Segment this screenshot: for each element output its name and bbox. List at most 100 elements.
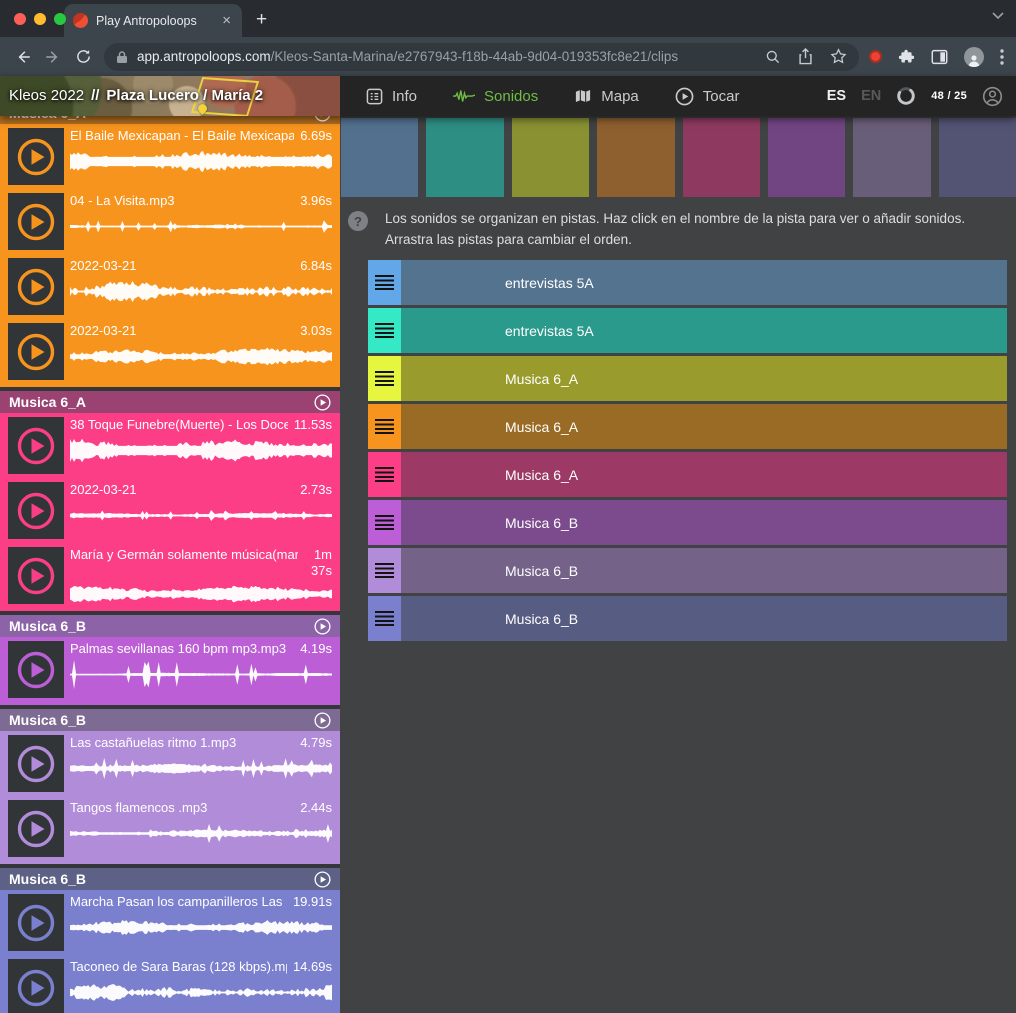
track-drag-handle[interactable]	[368, 452, 401, 497]
help-question-icon: ?	[348, 211, 368, 231]
track-name-button[interactable]: entrevistas 5A	[401, 260, 1007, 305]
clip-item[interactable]: 2022-03-213.03s	[0, 319, 340, 384]
track-drag-handle[interactable]	[368, 596, 401, 641]
clip-play-button[interactable]	[8, 323, 64, 380]
back-button[interactable]	[8, 48, 38, 66]
nav-item-tocar[interactable]: Tocar	[675, 87, 740, 106]
tab-close-icon[interactable]: ×	[220, 13, 233, 28]
play-all-icon[interactable]	[314, 871, 331, 888]
track-name-button[interactable]: entrevistas 5A	[401, 308, 1007, 353]
clip-duration: 2.44s	[294, 800, 332, 816]
drag-handle-icon	[375, 611, 394, 626]
track-section-header[interactable]: Musica 6_A	[0, 391, 340, 413]
clip-duration: 2.73s	[294, 482, 332, 498]
clip-play-button[interactable]	[8, 193, 64, 250]
track-section-title: Musica 6_B	[9, 712, 86, 728]
address-bar[interactable]: app.antropoloops.com/Kleos-Santa-Marina/…	[104, 43, 859, 71]
project-aerial-photo[interactable]: Kleos 2022//Plaza Lucero / María 2	[0, 76, 340, 116]
clip-title: Tangos flamencos .mp3	[70, 800, 207, 816]
track-name-button[interactable]: Musica 6_A	[401, 404, 1007, 449]
tab-search-chevron-icon[interactable]	[992, 12, 1004, 20]
reload-button[interactable]	[68, 48, 98, 65]
clip-play-button[interactable]	[8, 547, 64, 604]
track-row[interactable]: Musica 6_B	[368, 596, 1007, 641]
track-name-button[interactable]: Musica 6_A	[401, 452, 1007, 497]
track-row[interactable]: Musica 6_B	[368, 500, 1007, 545]
clip-play-button[interactable]	[8, 482, 64, 539]
nav-item-info[interactable]: Info	[366, 88, 417, 105]
clip-body: 04 - La Visita.mp33.96s	[64, 193, 332, 254]
track-name-button[interactable]: Musica 6_B	[401, 548, 1007, 593]
track-section-header[interactable]: Musica 6_A	[0, 116, 340, 124]
nav-item-mapa[interactable]: Mapa	[574, 88, 639, 105]
track-name-button[interactable]: Musica 6_B	[401, 596, 1007, 641]
clip-item[interactable]: Tangos flamencos .mp3 2.44s	[0, 796, 340, 861]
recording-extension-icon[interactable]	[869, 50, 882, 63]
side-panel-icon[interactable]	[931, 49, 948, 65]
clip-play-button[interactable]	[8, 735, 64, 792]
favicon	[73, 13, 88, 28]
extensions-puzzle-icon[interactable]	[898, 48, 915, 65]
track-drag-handle[interactable]	[368, 308, 401, 353]
lang-es-button[interactable]: ES	[827, 88, 846, 104]
clip-play-button[interactable]	[8, 641, 64, 698]
play-all-icon[interactable]	[314, 618, 331, 635]
track-section-title: Musica 6_B	[9, 871, 86, 887]
track-name: Musica 6_B	[505, 611, 578, 627]
clip-play-button[interactable]	[8, 959, 64, 1013]
zoom-window-button[interactable]	[54, 13, 66, 25]
browser-menu-icon[interactable]	[1000, 49, 1004, 65]
forward-button[interactable]	[38, 48, 68, 66]
track-row[interactable]: entrevistas 5A	[368, 308, 1007, 353]
clip-item[interactable]: 2022-03-216.84s	[0, 254, 340, 319]
swatch-row	[341, 118, 1016, 197]
play-all-icon[interactable]	[314, 712, 331, 729]
track-drag-handle[interactable]	[368, 260, 401, 305]
clip-play-button[interactable]	[8, 894, 64, 951]
clip-item[interactable]: 2022-03-212.73s	[0, 478, 340, 543]
play-all-icon[interactable]	[314, 394, 331, 411]
track-color-swatch	[426, 118, 503, 197]
clip-item[interactable]: María y Germán solamente música(maría 2.…	[0, 543, 340, 608]
clip-item[interactable]: 04 - La Visita.mp33.96s	[0, 189, 340, 254]
bookmark-star-icon[interactable]	[830, 48, 847, 65]
track-drag-handle[interactable]	[368, 404, 401, 449]
track-section-header[interactable]: Musica 6_B	[0, 709, 340, 731]
clip-item[interactable]: Palmas sevillanas 160 bpm mp3.mp34.19s	[0, 637, 340, 702]
track-section-header[interactable]: Musica 6_B	[0, 615, 340, 637]
clip-item[interactable]: 38 Toque Funebre(Muerte) - Los Doce Par.…	[0, 413, 340, 478]
track-row[interactable]: entrevistas 5A	[368, 260, 1007, 305]
close-window-button[interactable]	[14, 13, 26, 25]
clip-item[interactable]: El Baile Mexicapan - El Baile Mexicapan.…	[0, 124, 340, 189]
new-tab-button[interactable]: +	[256, 10, 267, 29]
track-row[interactable]: Musica 6_A	[368, 404, 1007, 449]
clip-item[interactable]: Las castañuelas ritmo 1.mp34.79s	[0, 731, 340, 796]
clip-play-button[interactable]	[8, 800, 64, 857]
clip-item[interactable]: Taconeo de Sara Baras (128 kbps).mp314.6…	[0, 955, 340, 1013]
clip-waveform	[70, 210, 332, 243]
track-row[interactable]: Musica 6_B	[368, 548, 1007, 593]
clip-play-button[interactable]	[8, 258, 64, 315]
track-name-button[interactable]: Musica 6_A	[401, 356, 1007, 401]
track-row[interactable]: Musica 6_A	[368, 452, 1007, 497]
track-drag-handle[interactable]	[368, 500, 401, 545]
track-drag-handle[interactable]	[368, 548, 401, 593]
track-section-header[interactable]: Musica 6_B	[0, 868, 340, 890]
profile-avatar[interactable]	[964, 47, 984, 67]
browser-tab[interactable]: Play Antropoloops ×	[64, 4, 242, 37]
share-icon[interactable]	[798, 48, 813, 65]
lang-en-button[interactable]: EN	[861, 88, 881, 104]
clip-play-button[interactable]	[8, 128, 64, 185]
breadcrumb-project[interactable]: Kleos 2022	[9, 87, 84, 104]
nav-item-sonidos[interactable]: Sonidos	[453, 88, 538, 105]
minimize-window-button[interactable]	[34, 13, 46, 25]
track-name: Musica 6_A	[505, 467, 578, 483]
account-icon[interactable]	[982, 86, 1003, 107]
clip-play-button[interactable]	[8, 417, 64, 474]
track-drag-handle[interactable]	[368, 356, 401, 401]
clip-item[interactable]: Marcha Pasan los campanilleros Las Mejor…	[0, 890, 340, 955]
play-all-icon[interactable]	[314, 116, 331, 122]
track-row[interactable]: Musica 6_A	[368, 356, 1007, 401]
zoom-search-icon[interactable]	[765, 49, 781, 65]
track-name-button[interactable]: Musica 6_B	[401, 500, 1007, 545]
